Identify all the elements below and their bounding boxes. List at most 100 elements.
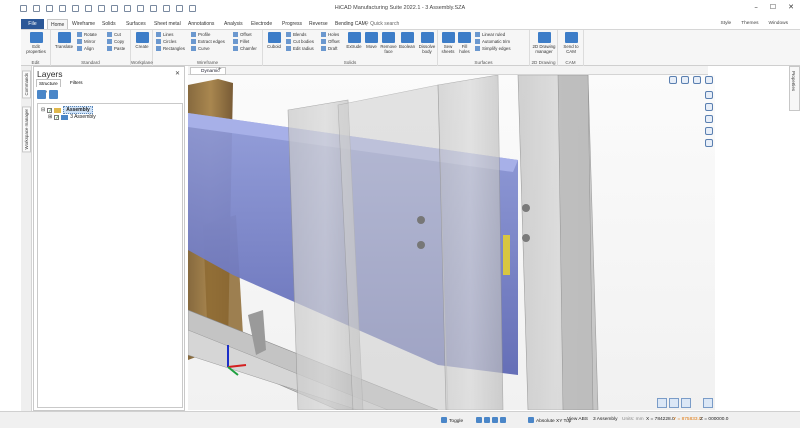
wireframe-mode-icon[interactable] — [669, 398, 679, 408]
rectangles-button[interactable]: Rectangles — [156, 46, 185, 52]
properties-tab[interactable]: Properties — [789, 66, 800, 111]
extrude-button[interactable]: Extrude — [345, 32, 363, 49]
toggle-button[interactable]: Toggle — [441, 417, 463, 424]
themes-menu[interactable]: Themes — [741, 21, 758, 26]
maximize-button[interactable]: ☐ — [770, 3, 776, 11]
copy-button[interactable]: Copy — [107, 39, 124, 45]
cursor-icon[interactable] — [703, 398, 713, 408]
add-tab-button[interactable]: + — [218, 67, 222, 73]
tree-item-label: Assembly — [63, 106, 93, 114]
tab-structure-tree[interactable]: Structure tree — [36, 79, 61, 94]
create-workplane-button[interactable]: Create — [133, 32, 151, 49]
profile-button[interactable]: Profile — [191, 32, 210, 38]
tab-wireframe[interactable]: Wireframe — [72, 19, 95, 29]
view-cube-icon[interactable] — [669, 76, 677, 84]
curve-button[interactable]: Curve — [191, 46, 210, 52]
cut-button[interactable]: Cut — [107, 32, 121, 38]
ribbon-tab-bar — [0, 19, 800, 29]
paste-button[interactable]: Paste — [107, 46, 125, 52]
zoom-icon[interactable] — [693, 76, 701, 84]
windows-menu[interactable]: Windows — [769, 21, 788, 26]
active-part[interactable]: 3 Assembly — [593, 417, 618, 422]
fill-holes-button[interactable]: Fill holes — [457, 32, 472, 54]
cloud-icon[interactable] — [705, 127, 713, 135]
fillet-button[interactable]: Fillet — [233, 39, 249, 45]
solid-offset-button[interactable]: Offset — [321, 39, 340, 45]
tree-item-3-assembly[interactable]: ⊞ ✓ 3 Assembly — [48, 114, 96, 120]
structure-tree: ⊟ ✓ Assembly ⊞ ✓ 3 Assembly — [37, 103, 183, 408]
grid-view-icon[interactable] — [705, 91, 713, 99]
hidden-line-icon[interactable] — [681, 398, 691, 408]
chamfer-button[interactable]: Chamfer — [233, 46, 257, 52]
simplify-edges-button[interactable]: Simplify edges — [475, 46, 511, 52]
style-menu[interactable]: Style — [721, 21, 732, 26]
commands-tab[interactable]: Commands — [22, 70, 31, 99]
snap-icon[interactable] — [476, 417, 482, 423]
move-button[interactable]: Move — [364, 32, 379, 49]
layers-stack-icon[interactable] — [37, 90, 46, 99]
tab-file[interactable]: File — [21, 19, 44, 29]
fill-holes-icon — [458, 32, 471, 43]
send-to-cam-button[interactable]: Send to CAM — [561, 32, 581, 54]
edit-properties-button[interactable]: Edit properties — [24, 32, 48, 54]
circles-button[interactable]: Circles — [156, 39, 176, 45]
checkbox[interactable]: ✓ — [54, 114, 59, 120]
remove-face-button[interactable]: Remove face — [380, 32, 397, 54]
dissolve-body-button[interactable]: Dissolve body — [417, 32, 437, 54]
shading-icon[interactable] — [705, 115, 713, 123]
plane-indicator[interactable]: Absolute XY Top — [528, 417, 571, 424]
translate-button[interactable]: Translate — [53, 32, 75, 49]
blends-button[interactable]: Blends — [286, 32, 306, 38]
tab-reverse[interactable]: Reverse — [309, 19, 328, 29]
3d-viewport[interactable] — [188, 75, 715, 410]
collapse-icon[interactable]: ⊟ — [41, 107, 45, 113]
tab-annotations[interactable]: Annotations — [188, 19, 214, 29]
edit-radius-button[interactable]: Edit radius — [286, 46, 314, 52]
lines-button[interactable]: Lines — [156, 32, 174, 38]
grid-icon[interactable] — [484, 417, 490, 423]
mirror-button[interactable]: Mirror — [77, 39, 95, 45]
holes-button[interactable]: Holes — [321, 32, 339, 38]
tab-progress[interactable]: Progress — [282, 19, 302, 29]
cuboid-button[interactable]: Cuboid — [265, 32, 283, 49]
sew-sheets-button[interactable]: Sew sheets — [440, 32, 456, 54]
tree-item-assembly[interactable]: ⊟ ✓ Assembly — [41, 106, 93, 114]
panel-title: Layers — [37, 69, 63, 79]
tab-sheet-metal[interactable]: Sheet metal — [154, 19, 181, 29]
tab-home[interactable]: Home — [47, 19, 69, 29]
rotate-button[interactable]: Rotate — [77, 32, 97, 38]
settings-icon[interactable] — [705, 139, 713, 147]
expand-icon[interactable]: ⊞ — [48, 114, 52, 120]
boolean-button[interactable]: Boolean — [398, 32, 416, 49]
orbit-icon[interactable] — [681, 76, 689, 84]
tab-solids[interactable]: Solids — [102, 19, 116, 29]
group-workplane: Create Workplane — [131, 30, 153, 66]
cut-bodies-button[interactable]: Cut bodies — [286, 39, 314, 45]
menu-icon[interactable] — [705, 76, 713, 84]
close-button[interactable]: ✕ — [788, 3, 794, 11]
close-icon[interactable]: ✕ — [175, 70, 180, 77]
view-indicator[interactable]: View ABS — [567, 417, 588, 422]
layers-view-icon[interactable] — [705, 103, 713, 111]
align-button[interactable]: Align — [77, 46, 94, 52]
tab-bending-cam[interactable]: Bending CAM — [335, 19, 366, 29]
save-layers-icon[interactable] — [49, 90, 58, 99]
ortho-icon[interactable] — [492, 417, 498, 423]
layers-panel: Layers ✕ Structure tree Filters ⊟ ✓ Asse… — [33, 66, 185, 411]
tab-filters[interactable]: Filters — [68, 79, 85, 87]
layer-icon[interactable] — [500, 417, 506, 423]
2d-drawing-manager-button[interactable]: 2D Drawing manager — [532, 32, 556, 54]
minimize-button[interactable]: – — [754, 3, 758, 11]
linear-ruled-button[interactable]: Linear ruled — [475, 32, 505, 38]
offset-button[interactable]: Offset — [233, 32, 252, 38]
tab-electrode[interactable]: Electrode — [251, 19, 272, 29]
automatic-trim-button[interactable]: Automatic trim — [475, 39, 510, 45]
extract-edges-button[interactable]: Extract edges — [191, 39, 225, 45]
shaded-mode-icon[interactable] — [657, 398, 667, 408]
draft-button[interactable]: Draft — [321, 46, 338, 52]
checkbox[interactable]: ✓ — [47, 107, 52, 113]
tab-surfaces[interactable]: Surfaces — [126, 19, 146, 29]
workspace-manager-tab[interactable]: Workspace manager — [22, 106, 31, 153]
tab-analysis[interactable]: Analysis — [224, 19, 243, 29]
quick-search[interactable]: ⚲ Quick search — [365, 21, 399, 27]
